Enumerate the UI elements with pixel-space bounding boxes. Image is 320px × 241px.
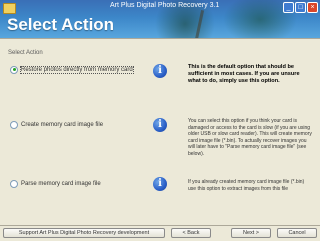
header-banner: Art Plus Digital Photo Recovery 3.1 _ □ … — [0, 0, 320, 38]
option-description: You can select this option if you think … — [188, 118, 312, 157]
section-label: Select Action — [8, 50, 43, 56]
minimize-button[interactable]: _ — [283, 2, 294, 13]
option-create-image-file[interactable]: Create memory card image file — [10, 120, 103, 129]
close-button[interactable]: × — [307, 2, 318, 13]
cancel-button[interactable]: Cancel — [277, 228, 317, 238]
back-button[interactable]: < Back — [171, 228, 211, 238]
info-icon: i — [153, 118, 167, 132]
next-button[interactable]: Next > — [231, 228, 271, 238]
app-logo-icon — [3, 3, 16, 14]
option-restore-directly[interactable]: Restore photos directly from memory card — [10, 65, 134, 74]
info-icon: i — [153, 64, 167, 78]
option-label: Restore photos directly from memory card — [20, 65, 134, 74]
footer-divider — [0, 225, 320, 226]
info-icon: i — [153, 177, 167, 191]
app-window: Art Plus Digital Photo Recovery 3.1 _ □ … — [0, 0, 320, 241]
option-description: This is the default option that should b… — [188, 64, 300, 84]
header-divider — [0, 38, 320, 39]
radio-parse-image-file[interactable] — [10, 179, 18, 188]
option-description: If you already created memory card image… — [188, 179, 305, 192]
option-label: Create memory card image file — [21, 121, 104, 128]
support-development-button[interactable]: Support Art Plus Digital Photo Recovery … — [3, 228, 165, 238]
maximize-button[interactable]: □ — [295, 2, 306, 13]
page-title: Select Action — [7, 15, 115, 34]
option-label: Parse memory card image file — [21, 180, 101, 187]
radio-create-image-file[interactable] — [10, 120, 18, 129]
window-title: Art Plus Digital Photo Recovery 3.1 — [110, 2, 220, 9]
option-parse-image-file[interactable]: Parse memory card image file — [10, 179, 101, 188]
radio-restore-directly[interactable] — [10, 65, 18, 74]
